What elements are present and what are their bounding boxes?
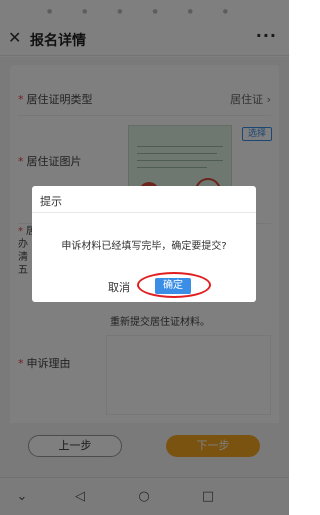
- confirm-dialog: 提示 申诉材料已经填写完毕，确定要提交? 取消 确定: [32, 186, 256, 302]
- dialog-message: 申诉材料已经填写完毕，确定要提交?: [61, 241, 227, 252]
- cancel-button[interactable]: 取消: [108, 279, 130, 295]
- dialog-divider: [32, 212, 256, 213]
- highlight-ring: [137, 272, 211, 298]
- dialog-title: 提示: [40, 195, 62, 208]
